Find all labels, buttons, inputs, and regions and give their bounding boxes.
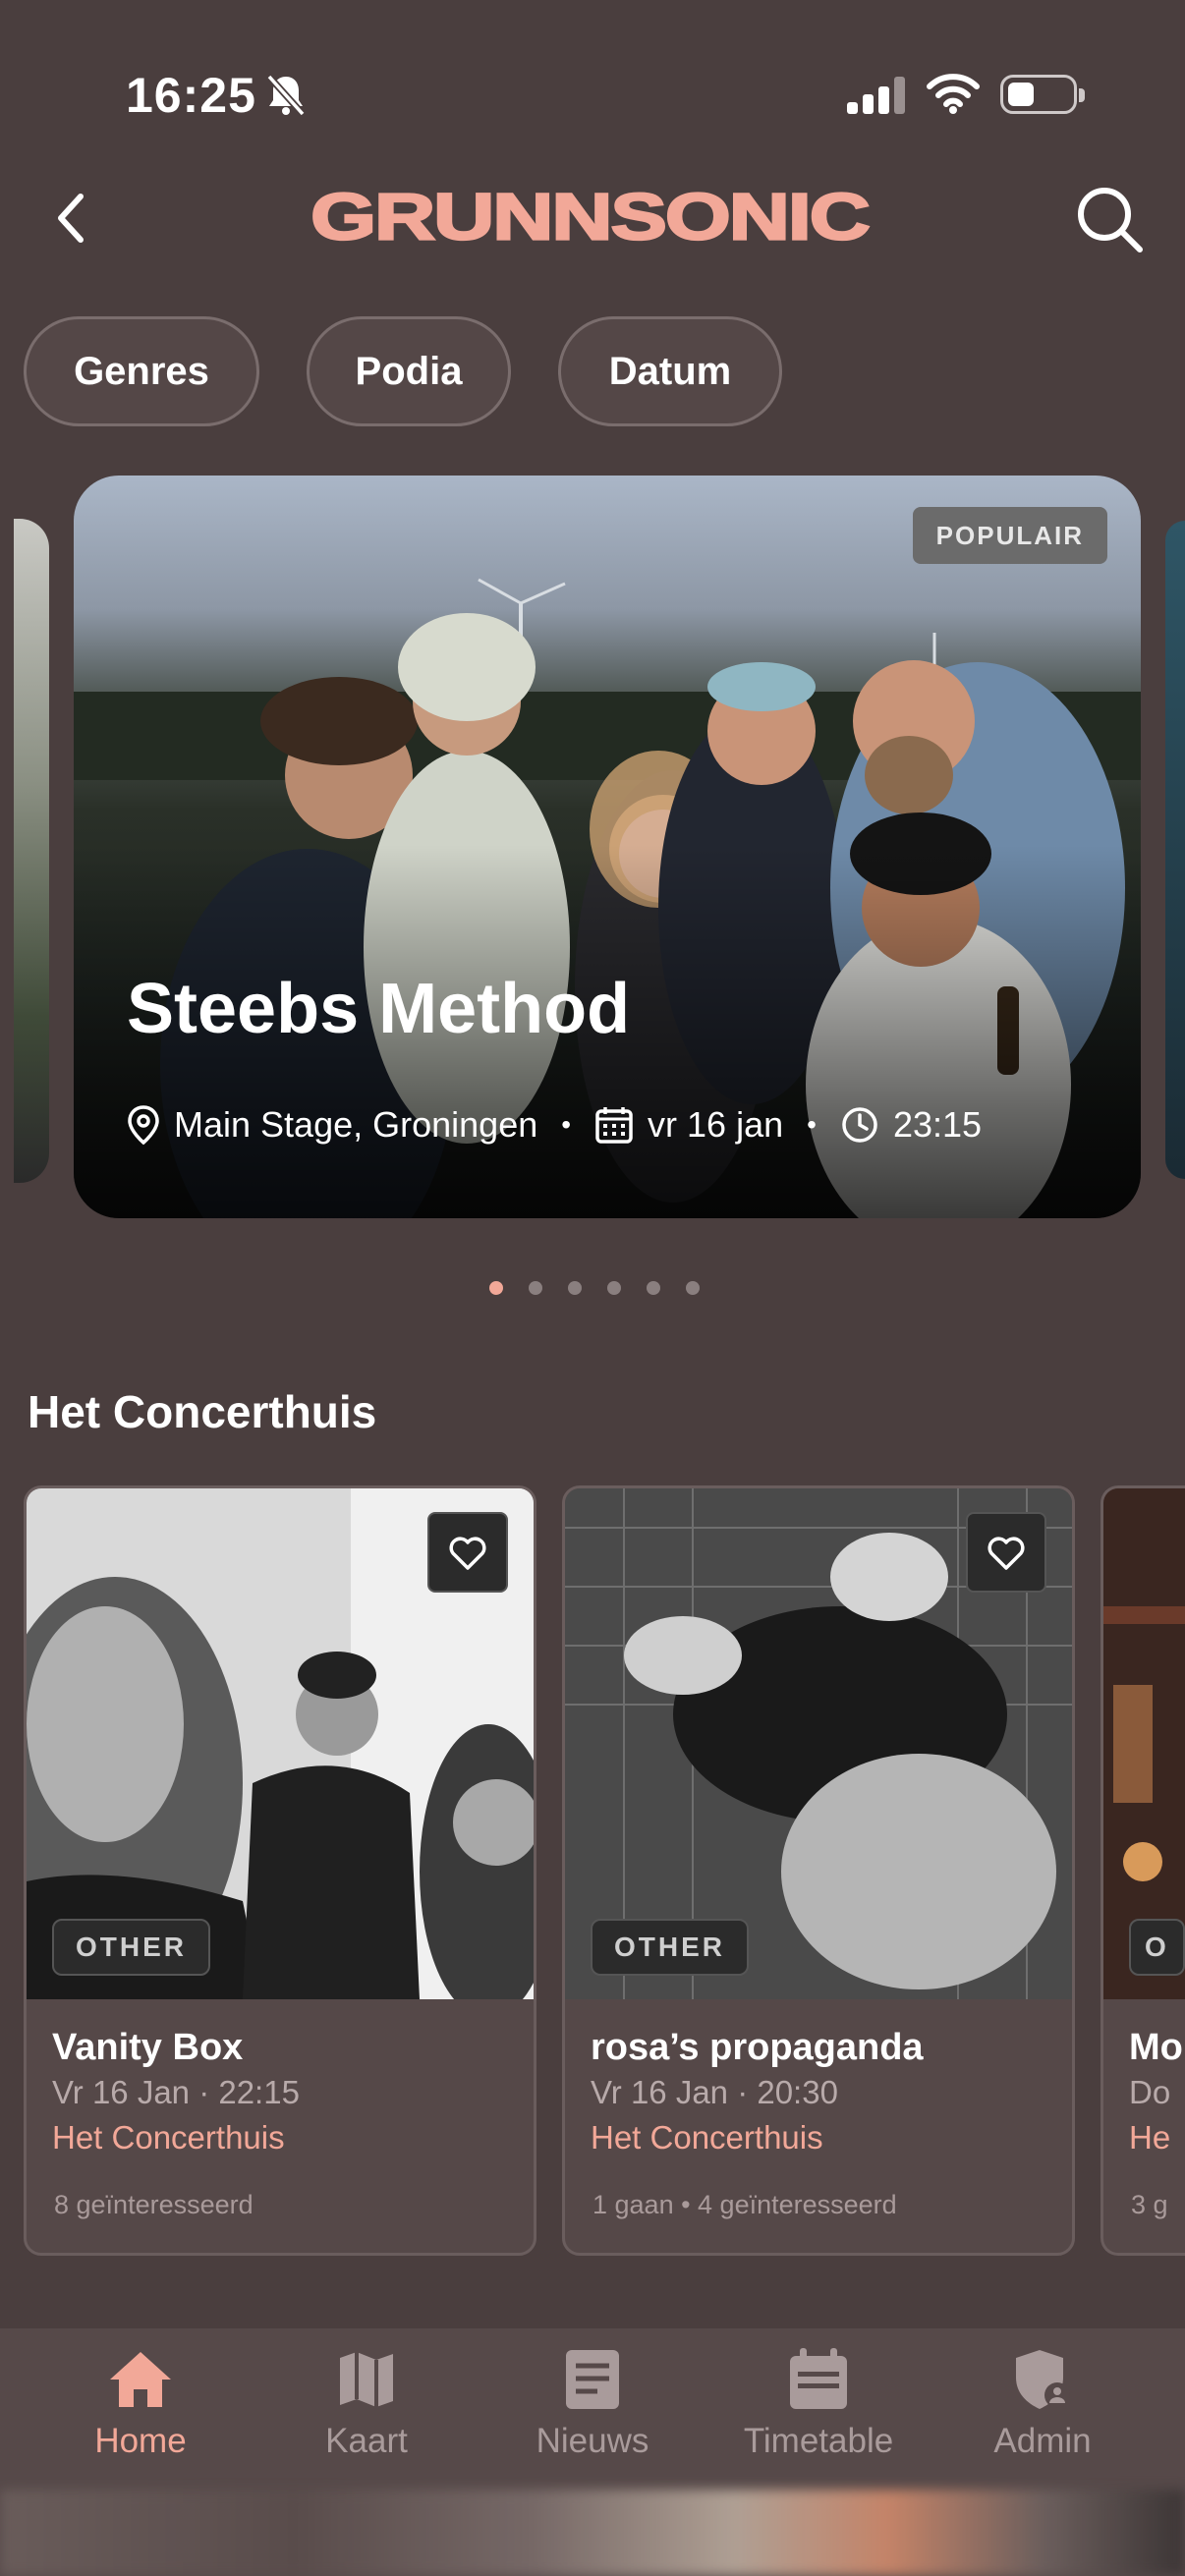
cellular-signal-icon xyxy=(847,77,906,114)
event-datetime: Vr 16 Jan · 22:15 xyxy=(52,2074,300,2110)
event-venue[interactable]: Het Concerthuis xyxy=(591,2119,823,2156)
tab-label: Home xyxy=(94,2422,187,2460)
featured-event-date: vr 16 jan xyxy=(648,1104,784,1145)
filter-chip-podia[interactable]: Podia xyxy=(307,316,511,426)
tab-label: Timetable xyxy=(743,2422,894,2460)
event-venue[interactable]: He xyxy=(1129,2119,1170,2156)
featured-event-meta: Main Stage, Groningen • vr 16 jan • 23:1… xyxy=(127,1104,982,1146)
carousel-next-card[interactable] xyxy=(1165,521,1185,1179)
favorite-button[interactable] xyxy=(427,1512,508,1593)
tab-timetable[interactable]: Timetable xyxy=(720,2348,917,2461)
clock-icon xyxy=(842,1107,877,1143)
event-datetime: Vr 16 Jan · 20:30 xyxy=(591,2074,838,2110)
calendar-icon xyxy=(595,1107,633,1144)
wifi-icon xyxy=(927,74,980,114)
favorite-button[interactable] xyxy=(966,1512,1046,1593)
page-dot[interactable] xyxy=(568,1281,582,1295)
silent-bell-icon xyxy=(266,74,306,117)
filter-chip-genres[interactable]: Genres xyxy=(24,316,259,426)
app-logo: GRUNNSONIC xyxy=(310,180,873,254)
page-dot[interactable] xyxy=(607,1281,621,1295)
battery-icon xyxy=(1000,75,1085,114)
location-pin-icon xyxy=(128,1105,159,1146)
tab-label: Kaart xyxy=(325,2422,408,2460)
event-card[interactable]: OTHER Vanity Box Vr 16 Jan · 22:15 Het C… xyxy=(24,1485,536,2256)
page-dot[interactable] xyxy=(489,1281,503,1295)
search-icon[interactable] xyxy=(1073,183,1148,257)
tab-kaart[interactable]: Kaart xyxy=(268,2348,465,2461)
event-card-partial[interactable]: O Mo Do He 3 g xyxy=(1100,1485,1185,2256)
heart-icon xyxy=(988,1537,1025,1570)
event-interest-count: 8 geïnteresseerd xyxy=(54,2190,254,2219)
featured-event-title: Steebs Method xyxy=(127,970,631,1048)
filter-chip-datum[interactable]: Datum xyxy=(558,316,782,426)
event-card[interactable]: OTHER rosa’s propaganda Vr 16 Jan · 20:3… xyxy=(562,1485,1075,2256)
meta-separator: • xyxy=(807,1109,817,1140)
event-title: Vanity Box xyxy=(52,2027,244,2068)
status-time: 16:25 xyxy=(126,68,256,123)
tab-label: Admin xyxy=(993,2422,1092,2460)
carousel-page-indicator[interactable] xyxy=(489,1281,700,1295)
section-title: Het Concerthuis xyxy=(28,1386,377,1437)
genre-badge: O xyxy=(1129,1919,1185,1976)
featured-event-location: Main Stage, Groningen xyxy=(174,1104,538,1145)
tab-label: Nieuws xyxy=(536,2422,649,2460)
tab-home[interactable]: Home xyxy=(42,2348,239,2461)
news-icon xyxy=(566,2350,619,2409)
page-dot[interactable] xyxy=(686,1281,700,1295)
admin-shield-icon xyxy=(1016,2350,1070,2409)
event-title: rosa’s propaganda xyxy=(591,2027,924,2068)
meta-separator: • xyxy=(561,1109,572,1140)
carousel-prev-card[interactable] xyxy=(14,519,49,1183)
map-icon xyxy=(340,2352,393,2407)
event-interest-count: 1 gaan • 4 geïnteresseerd xyxy=(592,2190,897,2219)
calendar-icon xyxy=(790,2348,847,2409)
event-datetime: Do xyxy=(1129,2074,1171,2110)
tab-admin[interactable]: Admin xyxy=(944,2348,1141,2461)
page-dot[interactable] xyxy=(647,1281,660,1295)
tab-nieuws[interactable]: Nieuws xyxy=(494,2348,691,2461)
popular-badge: POPULAIR xyxy=(912,507,1107,564)
back-arrow-icon[interactable] xyxy=(51,189,90,248)
home-icon xyxy=(110,2352,171,2407)
heart-icon xyxy=(449,1537,486,1570)
featured-event-time: 23:15 xyxy=(892,1104,983,1145)
event-interest-count: 3 g xyxy=(1131,2190,1168,2219)
featured-event-card[interactable]: POPULAIR Steebs Method Main Stage, Groni… xyxy=(74,476,1141,1218)
genre-badge: OTHER xyxy=(52,1919,210,1976)
page-dot[interactable] xyxy=(529,1281,542,1295)
genre-badge: OTHER xyxy=(591,1919,749,1976)
event-venue[interactable]: Het Concerthuis xyxy=(52,2119,285,2156)
event-title: Mo xyxy=(1129,2027,1183,2068)
